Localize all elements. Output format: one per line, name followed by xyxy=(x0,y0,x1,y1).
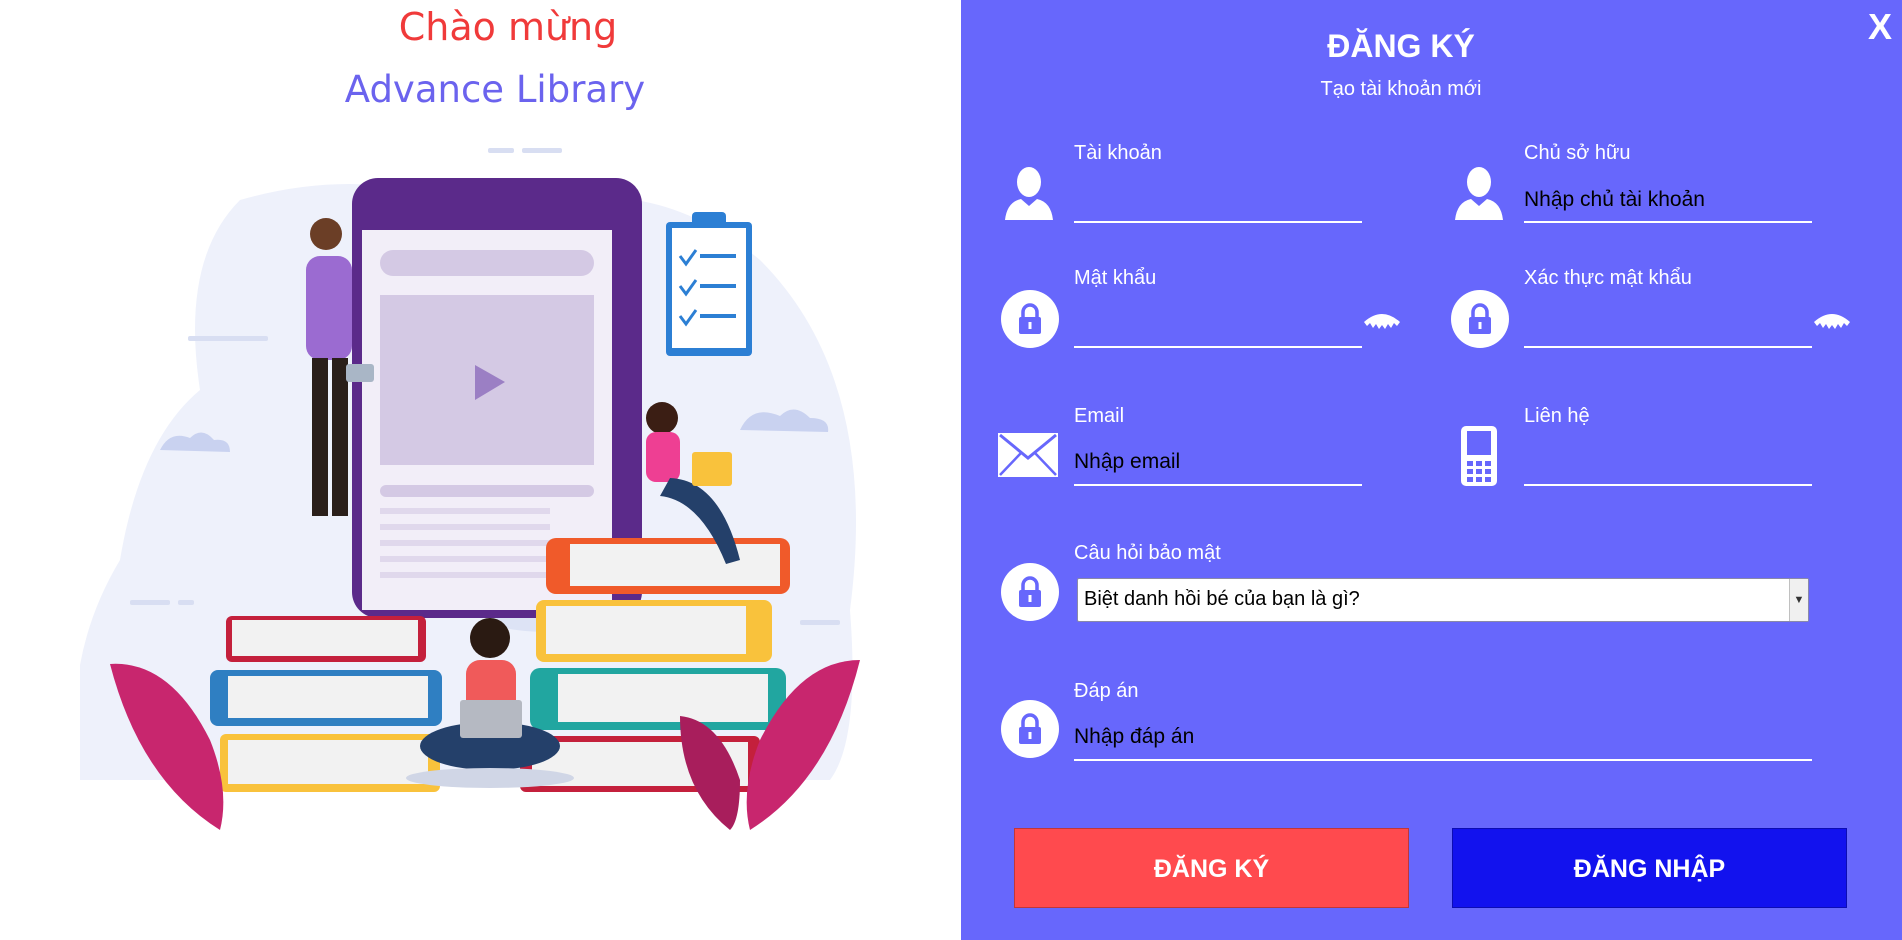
mail-icon xyxy=(998,433,1058,477)
contact-input[interactable] xyxy=(1524,450,1812,480)
email-input[interactable]: Nhập email xyxy=(1074,450,1180,474)
eye-icon[interactable] xyxy=(1362,304,1402,334)
owner-label: Chủ sở hữu xyxy=(1524,142,1631,164)
confirm-password-input[interactable] xyxy=(1524,310,1812,340)
answer-underline xyxy=(1074,759,1812,761)
close-button[interactable]: X xyxy=(1868,6,1892,48)
app-name: Advance Library xyxy=(344,68,646,111)
password-label: Mật khẩu xyxy=(1074,267,1157,289)
owner-underline xyxy=(1524,221,1812,223)
form-title: ĐĂNG KÝ xyxy=(1327,28,1475,64)
answer-label: Đáp án xyxy=(1074,680,1139,702)
user-icon xyxy=(1455,167,1503,220)
confirm-password-label: Xác thực mật khẩu xyxy=(1524,267,1692,289)
confirm-password-underline xyxy=(1524,346,1812,348)
email-label: Email xyxy=(1074,405,1125,427)
form-subtitle: Tạo tài khoản mới xyxy=(1320,78,1482,100)
security-question-lock-icon xyxy=(1001,563,1059,621)
phone-icon xyxy=(1461,426,1497,486)
confirm-password-lock-icon xyxy=(1451,290,1509,348)
answer-input[interactable]: Nhập đáp án xyxy=(1074,725,1194,749)
welcome-panel: Chào mừng Advance Library xyxy=(0,0,961,940)
account-input[interactable] xyxy=(1074,188,1362,218)
welcome-greeting: Chào mừng xyxy=(398,5,618,49)
eye-icon[interactable] xyxy=(1812,304,1852,334)
password-underline xyxy=(1074,346,1362,348)
contact-label: Liên hệ xyxy=(1524,405,1590,427)
answer-lock-icon xyxy=(1001,700,1059,758)
password-lock-icon xyxy=(1001,290,1059,348)
email-underline xyxy=(1074,484,1362,486)
security-question-select[interactable]: Biệt danh hồi bé của bạn là gì? ▼ xyxy=(1077,578,1809,622)
login-button[interactable]: ĐĂNG NHẬP xyxy=(1452,828,1847,908)
password-input[interactable] xyxy=(1074,310,1362,340)
user-icon xyxy=(1005,167,1053,220)
account-underline xyxy=(1074,221,1362,223)
register-button[interactable]: ĐĂNG KÝ xyxy=(1014,828,1409,908)
library-illustration xyxy=(80,148,860,830)
register-panel: X ĐĂNG KÝ Tạo tài khoản mới Tài khoản Ch… xyxy=(961,0,1902,940)
security-question-selected: Biệt danh hồi bé của bạn là gì? xyxy=(1084,588,1360,610)
account-label: Tài khoản xyxy=(1074,142,1162,164)
chevron-down-icon[interactable]: ▼ xyxy=(1789,579,1808,621)
owner-input[interactable]: Nhập chủ tài khoản xyxy=(1524,188,1705,212)
security-question-label: Câu hỏi bảo mật xyxy=(1074,542,1221,564)
contact-underline xyxy=(1524,484,1812,486)
